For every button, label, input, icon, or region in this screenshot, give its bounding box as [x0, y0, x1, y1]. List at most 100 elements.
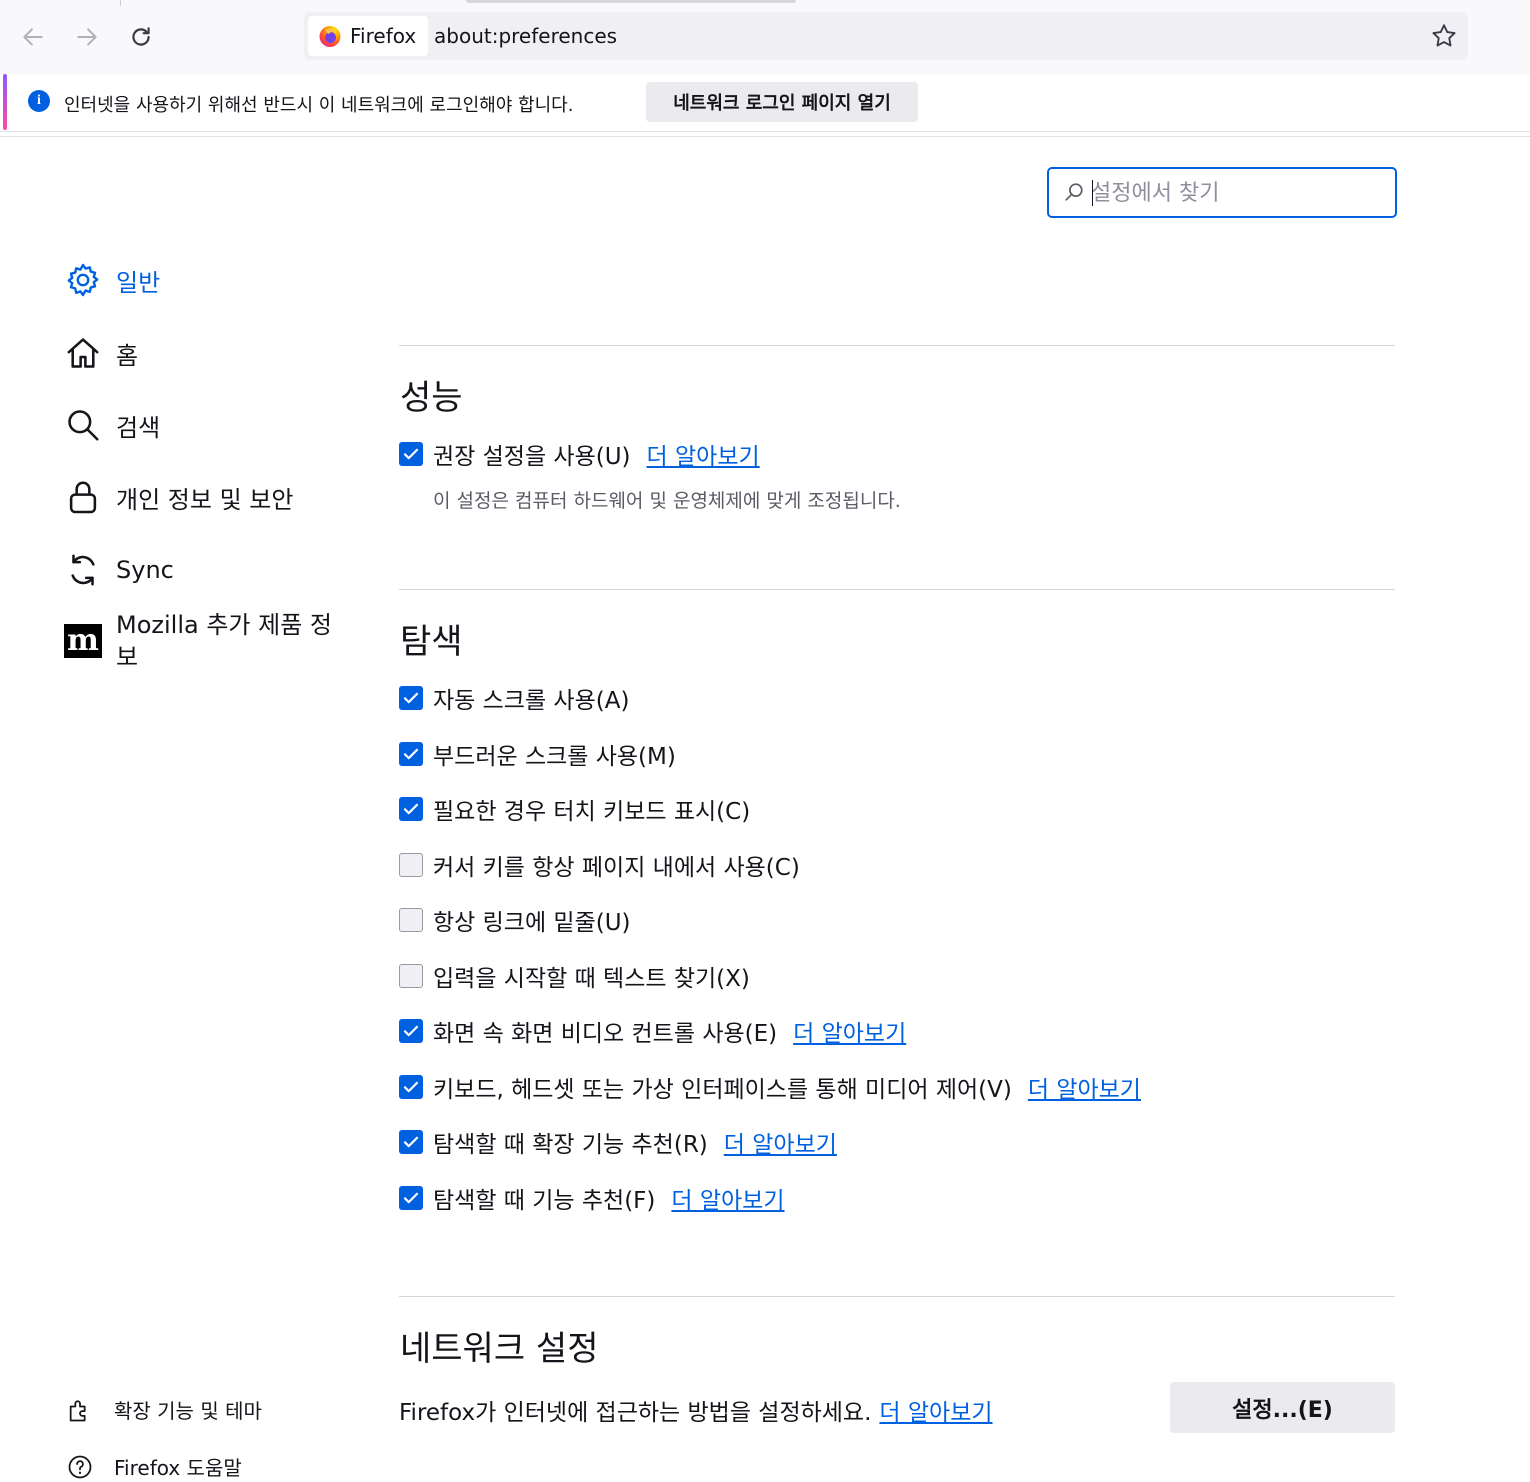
sidebar-item-general[interactable]: 일반 [64, 261, 160, 299]
arrow-right-icon [77, 28, 97, 46]
browsing-option-underline-links: 항상 링크에 밑줄(U) [399, 903, 631, 937]
sidebar-item-more-from-mozilla[interactable]: m Mozilla 추가 제품 정보 [64, 609, 346, 673]
search-input[interactable] [1091, 177, 1381, 209]
checkmark-icon [403, 1192, 419, 1204]
browsing-option-media-control: 키보드, 헤드셋 또는 가상 인터페이스를 통해 미디어 제어(V) 더 알아보… [399, 1070, 1141, 1104]
browsing-option-autoscroll: 자동 스크롤 사용(A) [399, 681, 629, 715]
url-bar[interactable]: Firefox about:preferences [304, 12, 1468, 60]
browsing-option-label[interactable]: 자동 스크롤 사용(A) [433, 681, 629, 715]
browsing-option-label[interactable]: 탐색할 때 확장 기능 추천(R) [433, 1125, 708, 1159]
notification-message: 인터넷을 사용하기 위해선 반드시 이 네트워크에 로그인해야 합니다. [64, 95, 574, 116]
firefox-logo-icon [319, 26, 341, 47]
captive-portal-notification: i 인터넷을 사용하기 위해선 반드시 이 네트워크에 로그인해야 합니다. 네… [0, 74, 1530, 132]
performance-heading: 성능 [400, 378, 463, 418]
checkmark-icon [403, 448, 419, 460]
back-button[interactable] [16, 20, 50, 54]
extensions-label: 확장 기능 및 테마 [114, 1399, 262, 1423]
browsing-checkbox[interactable] [399, 1019, 423, 1043]
search-icon [1065, 183, 1083, 201]
sidebar-item-label: 검색 [116, 413, 161, 442]
section-divider [399, 589, 1395, 590]
help-icon [68, 1455, 92, 1478]
sidebar-item-sync[interactable]: Sync [64, 551, 174, 589]
search-icon [68, 410, 99, 441]
learn-more-link[interactable]: 더 알아보기 [724, 1125, 837, 1159]
recommended-settings-row: 권장 설정을 사용(U) 더 알아보기 [399, 437, 760, 471]
sidebar-item-label: 개인 정보 및 보안 [116, 485, 294, 514]
checkmark-icon [403, 692, 419, 704]
learn-more-link[interactable]: 더 알아보기 [879, 1400, 992, 1426]
browsing-option-recommend-features: 탐색할 때 기능 추천(F) 더 알아보기 [399, 1181, 785, 1215]
text-caret [1092, 180, 1093, 206]
network-description-row: Firefox가 인터넷에 접근하는 방법을 설정하세요. 더 알아보기 [399, 1393, 993, 1427]
browsing-option-touch-keyboard: 필요한 경우 터치 키보드 표시(C) [399, 792, 750, 826]
lock-icon [69, 481, 97, 514]
open-login-page-button[interactable]: 네트워크 로그인 페이지 열기 [646, 82, 918, 122]
tab-separator [120, 0, 121, 6]
sidebar-item-home[interactable]: 홈 [64, 334, 138, 372]
section-divider [399, 345, 1395, 346]
recommended-settings-label[interactable]: 권장 설정을 사용(U) [433, 437, 631, 471]
learn-more-link[interactable]: 더 알아보기 [1028, 1070, 1141, 1104]
settings-search-box[interactable] [1047, 167, 1397, 218]
browsing-checkbox[interactable] [399, 1186, 423, 1210]
recommended-settings-checkbox[interactable] [399, 442, 423, 466]
reload-icon [132, 27, 150, 46]
browsing-option-label[interactable]: 필요한 경우 터치 키보드 표시(C) [433, 792, 750, 826]
checkmark-icon [403, 1136, 419, 1148]
browsing-checkbox[interactable] [399, 853, 423, 877]
firefox-help-link[interactable]: Firefox 도움말 [66, 1452, 242, 1481]
network-description: Firefox가 인터넷에 접근하는 방법을 설정하세요. [399, 1400, 872, 1426]
bookmark-star-icon[interactable] [1430, 22, 1458, 50]
browsing-option-label[interactable]: 항상 링크에 밑줄(U) [433, 903, 631, 937]
browsing-option-label[interactable]: 입력을 시작할 때 텍스트 찾기(X) [433, 959, 750, 993]
browsing-checkbox[interactable] [399, 797, 423, 821]
browsing-option-smooth-scroll: 부드러운 스크롤 사용(M) [399, 737, 676, 771]
browsing-heading: 탐색 [400, 622, 463, 662]
gear-icon [67, 263, 99, 297]
browsing-checkbox[interactable] [399, 908, 423, 932]
sidebar-item-label: 일반 [116, 268, 161, 297]
extensions-themes-link[interactable]: 확장 기능 및 테마 [66, 1395, 262, 1424]
sidebar-item-privacy[interactable]: 개인 정보 및 보안 [64, 478, 293, 516]
browsing-checkbox[interactable] [399, 1130, 423, 1154]
browsing-option-label[interactable]: 부드러운 스크롤 사용(M) [433, 737, 676, 771]
sidebar-item-search[interactable]: 검색 [64, 406, 160, 444]
checkmark-icon [403, 1025, 419, 1037]
learn-more-link[interactable]: 더 알아보기 [671, 1181, 784, 1215]
browsing-checkbox[interactable] [399, 964, 423, 988]
browsing-checkbox[interactable] [399, 1075, 423, 1099]
info-icon: i [28, 90, 50, 112]
browsing-option-pip: 화면 속 화면 비디오 컨트롤 사용(E) 더 알아보기 [399, 1014, 906, 1048]
forward-button[interactable] [70, 20, 104, 54]
identity-label: Firefox [350, 24, 417, 48]
browsing-option-label[interactable]: 탐색할 때 기능 추천(F) [433, 1181, 655, 1215]
learn-more-link[interactable]: 더 알아보기 [793, 1014, 906, 1048]
network-settings-button[interactable]: 설정...(E) [1170, 1382, 1395, 1433]
browsing-option-caret-browsing: 커서 키를 항상 페이지 내에서 사용(C) [399, 848, 800, 882]
home-icon [67, 338, 99, 368]
notification-accent [3, 74, 7, 130]
browsing-checkbox[interactable] [399, 742, 423, 766]
browsing-checkbox[interactable] [399, 686, 423, 710]
browsing-option-label[interactable]: 키보드, 헤드셋 또는 가상 인터페이스를 통해 미디어 제어(V) [433, 1070, 1012, 1104]
checkmark-icon [403, 1081, 419, 1093]
browsing-option-recommend-extensions: 탐색할 때 확장 기능 추천(R) 더 알아보기 [399, 1125, 837, 1159]
browsing-option-label[interactable]: 커서 키를 항상 페이지 내에서 사용(C) [433, 848, 800, 882]
sidebar-item-label: Mozilla 추가 제품 정보 [116, 611, 332, 671]
learn-more-link[interactable]: 더 알아보기 [647, 437, 760, 471]
url-text[interactable]: about:preferences [434, 24, 617, 48]
network-heading: 네트워크 설정 [400, 1329, 599, 1369]
sidebar-item-label: Sync [116, 556, 174, 584]
browsing-option-label[interactable]: 화면 속 화면 비디오 컨트롤 사용(E) [433, 1014, 777, 1048]
reload-button[interactable] [124, 20, 158, 54]
puzzle-piece-icon [69, 1399, 86, 1421]
page-divider [0, 136, 1530, 137]
selected-tab-edge[interactable] [466, 0, 796, 3]
sync-icon [71, 554, 95, 586]
checkmark-icon [403, 748, 419, 760]
identity-box[interactable]: Firefox [308, 16, 429, 56]
browser-toolbar: Firefox about:preferences [0, 0, 1530, 74]
checkmark-icon [403, 803, 419, 815]
browsing-option-find-as-you-type: 입력을 시작할 때 텍스트 찾기(X) [399, 959, 750, 993]
